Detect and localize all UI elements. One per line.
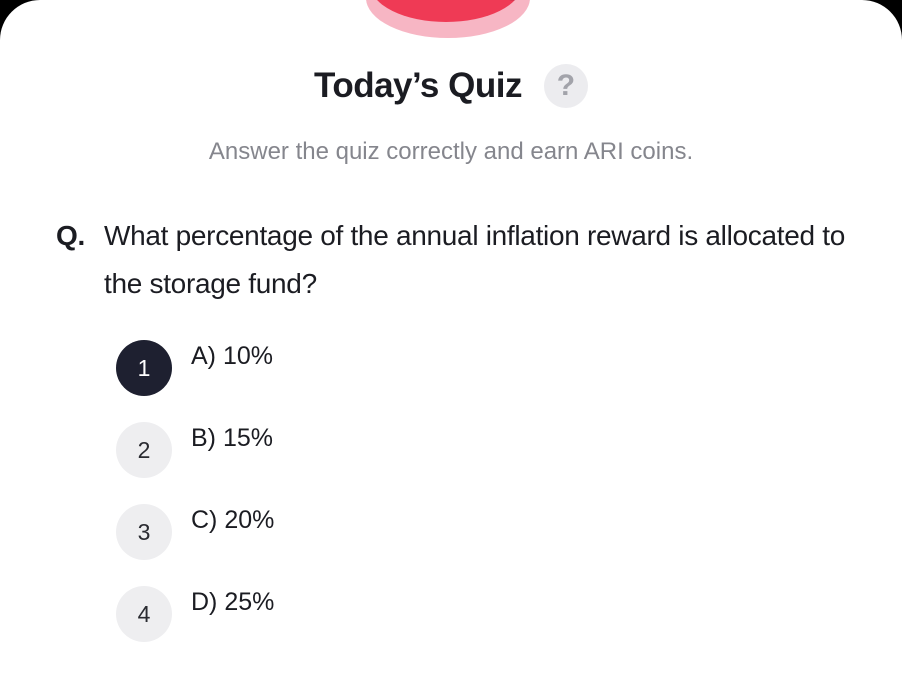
answer-options: 1 A) 10% 2 B) 15% 3 C) 20% 4 D) 25% bbox=[116, 336, 816, 664]
page-title: Today’s Quiz bbox=[314, 66, 522, 105]
question-text: What percentage of the annual inflation … bbox=[104, 220, 845, 299]
help-button[interactable]: ? bbox=[543, 64, 588, 108]
question-mark-icon: ? bbox=[556, 69, 576, 102]
answer-option-1[interactable]: 1 A) 10% bbox=[116, 336, 816, 418]
answer-option-4[interactable]: 4 D) 25% bbox=[116, 582, 816, 664]
option-number-badge: 3 bbox=[116, 504, 172, 560]
option-label: B) 15% bbox=[191, 424, 273, 452]
coin-illustration-icon bbox=[366, 0, 530, 38]
title-row: Today’s Quiz ? bbox=[0, 62, 902, 110]
answer-option-3[interactable]: 3 C) 20% bbox=[116, 500, 816, 582]
option-label: D) 25% bbox=[191, 588, 275, 616]
option-label: C) 20% bbox=[191, 506, 275, 534]
page-subtitle: Answer the quiz correctly and earn ARI c… bbox=[208, 138, 694, 165]
option-number-badge: 1 bbox=[116, 340, 172, 396]
option-label: A) 10% bbox=[191, 342, 273, 370]
quiz-sheet: Today’s Quiz ? Answer the quiz correctly… bbox=[0, 0, 902, 700]
option-number-badge: 4 bbox=[116, 586, 172, 642]
question-prefix: Q. bbox=[56, 220, 85, 251]
answer-option-2[interactable]: 2 B) 15% bbox=[116, 418, 816, 500]
question: Q. What percentage of the annual inflati… bbox=[56, 212, 856, 308]
option-number-badge: 2 bbox=[116, 422, 172, 478]
